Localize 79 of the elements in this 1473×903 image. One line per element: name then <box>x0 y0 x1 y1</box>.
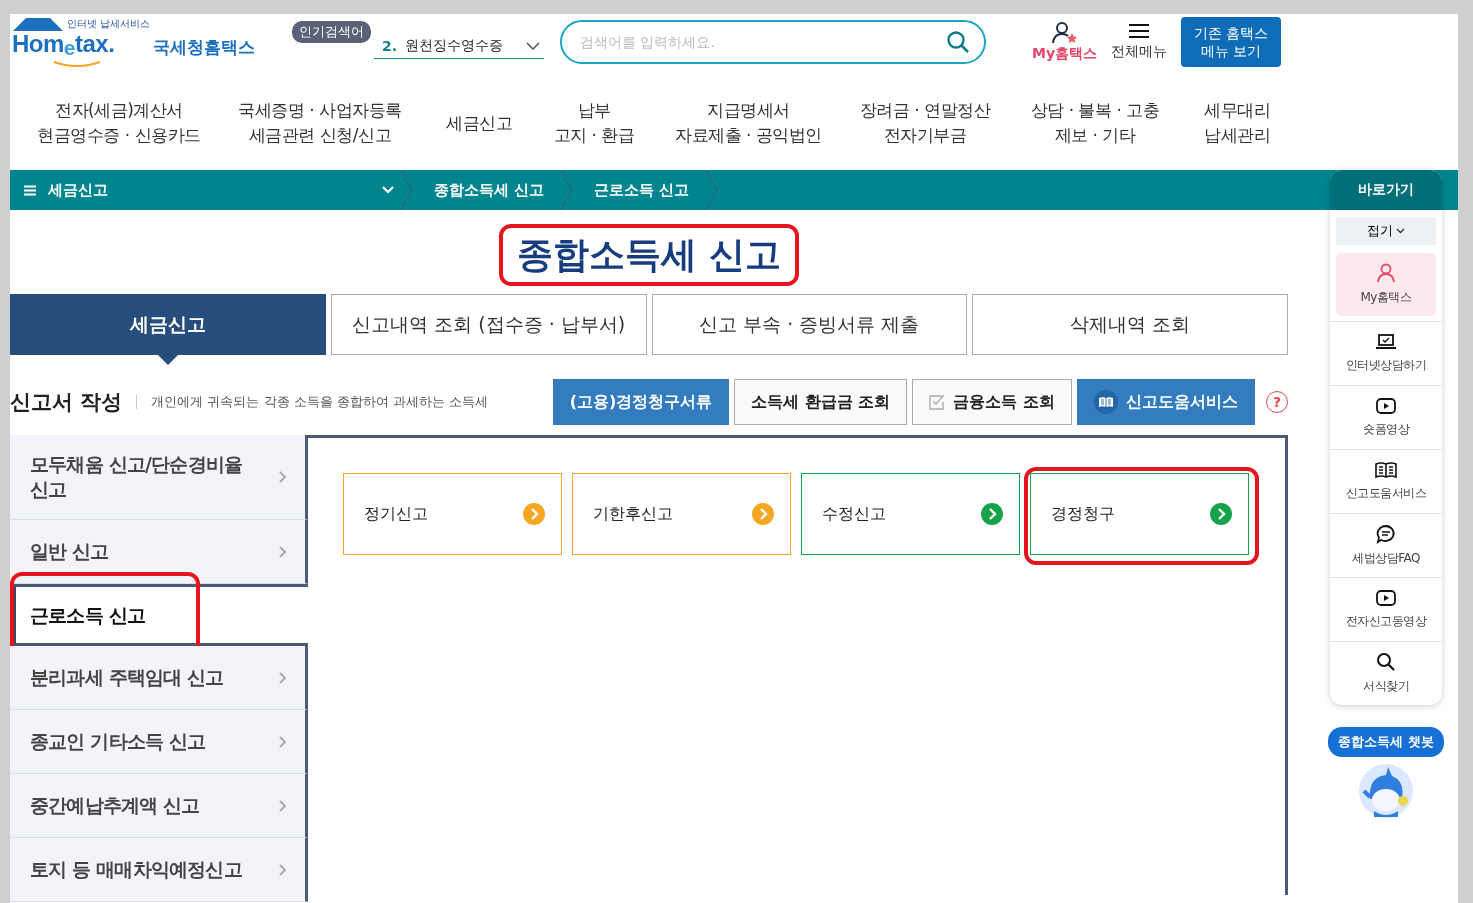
chevron-down-icon <box>526 41 540 50</box>
my-hometax-link[interactable]: My홈택스 <box>1032 21 1098 63</box>
chevron-right-icon <box>279 545 287 558</box>
side-menu-item[interactable]: 일반 신고 <box>10 520 308 584</box>
quick-link[interactable]: My홈택스 <box>1336 253 1436 316</box>
chevron-right-icon <box>279 671 287 684</box>
side-menu-item[interactable]: 분리과세 주택임대 신고 <box>10 646 308 710</box>
search-icon[interactable] <box>946 30 970 54</box>
action-button[interactable]: (고용)경정청구서류 <box>552 379 730 425</box>
popular-search-badge: 인기검색어 <box>292 21 371 43</box>
action-button[interactable]: 신고도움서비스 <box>1077 379 1255 425</box>
chevron-down-icon <box>1396 228 1405 234</box>
quick-link[interactable]: 숏폼영상 <box>1330 385 1442 449</box>
logo-name: 국세청홈택스 <box>153 35 256 59</box>
filing-card[interactable]: 경정청구 <box>1030 473 1249 555</box>
nav-menu-item[interactable]: 납부 고지 · 환급 <box>532 98 656 148</box>
laptop-check-icon <box>1375 333 1397 351</box>
section-description: 개인에게 귀속되는 각종 소득을 종합하여 과세하는 소득세 <box>151 393 489 411</box>
search-field[interactable]: 검색어를 입력하세요. <box>560 20 986 64</box>
breadcrumb-link[interactable]: 근로소득 신고 <box>584 180 700 200</box>
chevron-down-icon <box>382 186 394 194</box>
book-icon <box>1374 461 1398 479</box>
quick-link[interactable]: 서식찾기 <box>1330 641 1442 705</box>
nav-menu-item[interactable]: 전자(세금)계산서 현금영수증 · 신용카드 <box>24 98 214 148</box>
book-icon <box>1094 390 1118 414</box>
video-play-icon <box>1375 589 1397 607</box>
breadcrumb-link[interactable]: 종합소득세 신고 <box>424 180 555 200</box>
popular-search-dropdown[interactable]: 2. 원천징수영수증 <box>374 33 544 59</box>
quick-links-title: 바로가기 <box>1330 170 1442 210</box>
breadcrumb-divider-icon <box>560 170 575 210</box>
mascot-icon[interactable] <box>1357 763 1414 819</box>
filing-card[interactable]: 정기신고 <box>343 473 562 555</box>
breadcrumb-divider-icon <box>705 170 720 210</box>
chevron-right-icon <box>279 735 287 748</box>
action-button[interactable]: 금융소득 조회 <box>912 379 1072 425</box>
nav-menu-item[interactable]: 장려금 · 연말정산 전자기부금 <box>841 98 1009 148</box>
checkbox-icon <box>929 394 946 410</box>
action-button[interactable]: 소득세 환급금 조회 <box>734 379 908 425</box>
legacy-menu-button[interactable]: 기존 홈택스 메뉴 보기 <box>1181 17 1282 67</box>
quick-link[interactable]: 전자신고동영상 <box>1330 577 1442 641</box>
logo-tagline: 인터넷 납세서비스 <box>67 17 151 31</box>
collapse-button[interactable]: 접기 <box>1336 217 1436 245</box>
chevron-right-icon <box>279 799 287 812</box>
nav-menu-item[interactable]: 국세증명 · 사업자등록 세금관련 신청/신고 <box>214 98 426 148</box>
user-star-icon <box>1051 21 1078 45</box>
page-title: 종합소득세 신고 <box>516 233 782 277</box>
nav-menu-item[interactable]: 지급명세서 자료제출 · 공익법인 <box>656 98 841 148</box>
tab[interactable]: 신고 부속 · 증빙서류 제출 <box>651 294 968 355</box>
nav-menu-item[interactable]: 세금신고 <box>426 110 532 136</box>
quick-link[interactable]: 신고도움서비스 <box>1330 449 1442 513</box>
quick-link[interactable]: 인터넷상담하기 <box>1330 321 1442 385</box>
search-icon <box>1376 652 1396 672</box>
breadcrumb-divider-icon <box>400 170 414 210</box>
menu-icon <box>1128 23 1151 39</box>
user-icon <box>1377 263 1395 283</box>
tab[interactable]: 세금신고 <box>10 294 326 355</box>
video-play-icon <box>1375 397 1397 415</box>
chevron-right-icon <box>279 863 287 876</box>
logo-wordmark[interactable]: Hom$_{e}$tax. <box>12 31 115 61</box>
tab-pointer-icon <box>158 355 178 365</box>
side-menu-item[interactable]: 종교인 기타소득 신고 <box>10 710 308 774</box>
menu-icon <box>24 184 36 196</box>
chevron-right-icon <box>279 471 287 483</box>
section-dropdown[interactable]: 세금신고 <box>10 180 394 200</box>
nav-menu-item[interactable]: 세무대리 납세관리 <box>1181 98 1293 148</box>
quick-link[interactable]: 세법상담FAQ <box>1330 513 1442 577</box>
chatbot-link[interactable]: 종합소득세 챗봇 <box>1328 727 1444 757</box>
tab[interactable]: 신고내역 조회 (접수증 · 납부서) <box>330 294 647 355</box>
filing-card[interactable]: 기한후신고 <box>572 473 791 555</box>
chat-bubble-icon <box>1375 524 1397 544</box>
side-menu-item[interactable]: 토지 등 매매차익예정신고 <box>10 838 308 902</box>
all-menu-link[interactable]: 전체메뉴 <box>1111 23 1168 61</box>
side-menu-item[interactable]: 모두채움 신고/단순경비율 신고 <box>10 435 308 520</box>
smile-swoosh-icon <box>52 61 102 67</box>
side-menu-item[interactable]: 중간예납추계액 신고 <box>10 774 308 838</box>
house-roof-icon <box>12 17 64 31</box>
nav-menu-item[interactable]: 상담 · 불복 · 고충 제보 · 기타 <box>1009 98 1181 148</box>
filing-card[interactable]: 수정신고 <box>801 473 1020 555</box>
tab[interactable]: 삭제내역 조회 <box>972 294 1288 355</box>
